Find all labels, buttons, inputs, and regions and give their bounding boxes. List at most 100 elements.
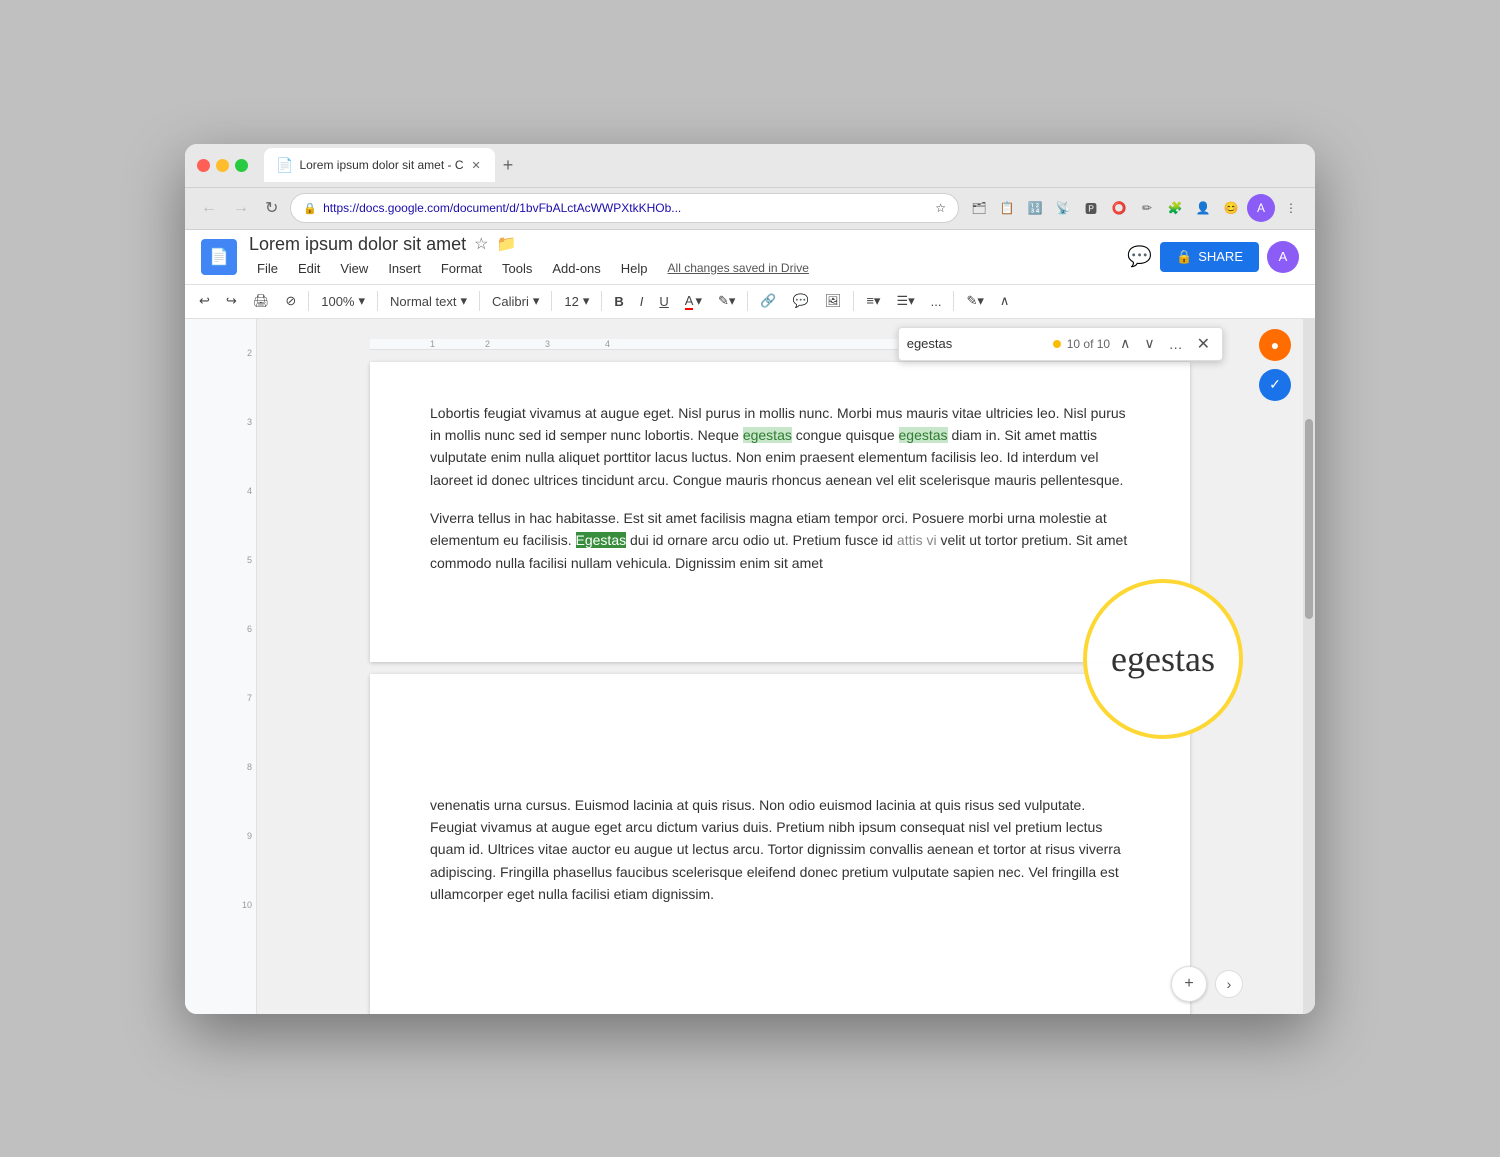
ext-cast[interactable]: 📡 [1051, 196, 1075, 220]
reload-button[interactable]: ↻ [261, 194, 282, 222]
menu-tools[interactable]: Tools [494, 257, 540, 280]
address-field[interactable]: 🔒 https://docs.google.com/document/d/1bv… [290, 193, 959, 223]
style-dropdown[interactable]: Normal text ▾ [384, 290, 473, 312]
divider-6 [747, 291, 748, 311]
image-button[interactable]: 🖼 [819, 289, 848, 313]
document-body: 2 3 4 5 6 7 8 9 10 1 2 3 4 Lobortis feug… [185, 319, 1315, 1014]
header-row: 📄 Lorem ipsum dolor sit amet ☆ 📁 File Ed… [185, 230, 1315, 284]
scrollbar-thumb[interactable] [1305, 419, 1313, 619]
find-close-button[interactable]: ✕ [1193, 332, 1214, 356]
ext-1[interactable]: 📋 [995, 196, 1019, 220]
ruler-mark-6: 6 [247, 625, 252, 634]
minimize-button[interactable] [216, 159, 229, 172]
italic-button[interactable]: I [634, 290, 650, 313]
more-button[interactable]: ... [925, 290, 948, 313]
find-prev-button[interactable]: ∧ [1116, 333, 1134, 354]
sidebar-blue-button[interactable]: ✓ [1259, 369, 1291, 401]
star-icon[interactable]: ☆ [474, 234, 488, 254]
bottom-toolbar: + › [1171, 966, 1243, 1002]
menu-help[interactable]: Help [613, 257, 656, 280]
find-bar: 10 of 10 ∧ ∨ … ✕ [898, 327, 1223, 361]
font-dropdown[interactable]: Calibri ▾ [486, 290, 545, 312]
sidebar-orange-button[interactable]: ● [1259, 329, 1291, 361]
page1-para1: Lobortis feugiat vivamus at augue eget. … [430, 402, 1130, 492]
ext-person[interactable]: 👤 [1191, 196, 1215, 220]
ext-puzzle[interactable]: 🧩 [1163, 196, 1187, 220]
document-page-2[interactable]: venenatis urna cursus. Euismod lacinia a… [370, 674, 1190, 1014]
paint-format-button[interactable]: ⊘ [279, 289, 302, 313]
collapse-button[interactable]: ∧ [994, 289, 1016, 313]
docs-header: 📄 Lorem ipsum dolor sit amet ☆ 📁 File Ed… [185, 230, 1315, 285]
ext-circle[interactable]: ⭕ [1107, 196, 1131, 220]
menu-format[interactable]: Format [433, 257, 490, 280]
ruler-mark-8: 8 [247, 763, 252, 772]
ext-3[interactable]: 🅿 [1079, 196, 1103, 220]
ruler-mark-10: 10 [242, 901, 252, 910]
find-more-button[interactable]: … [1165, 334, 1187, 354]
size-value: 12 [564, 294, 578, 309]
lock-icon: 🔒 [303, 202, 317, 215]
underline-button[interactable]: U [653, 290, 674, 313]
expand-button[interactable]: › [1215, 970, 1243, 998]
ruler-4: 4 [605, 339, 610, 349]
document-page-1[interactable]: Lobortis feugiat vivamus at augue eget. … [370, 362, 1190, 662]
active-tab[interactable]: 📄 Lorem ipsum dolor sit amet - C ✕ [264, 148, 495, 182]
close-button[interactable] [197, 159, 210, 172]
ruler-mark-3: 3 [247, 418, 252, 427]
highlight-button[interactable]: ✎▾ [712, 289, 741, 313]
new-tab-button[interactable]: + [499, 155, 518, 176]
share-label: SHARE [1198, 249, 1243, 264]
ext-2[interactable]: 🔢 [1023, 196, 1047, 220]
left-ruler: 2 3 4 5 6 7 8 9 10 [185, 319, 257, 1014]
document-title[interactable]: Lorem ipsum dolor sit amet [249, 234, 466, 255]
size-dropdown[interactable]: 12 ▾ [558, 290, 595, 312]
add-page-button[interactable]: + [1171, 966, 1207, 1002]
maximize-button[interactable] [235, 159, 248, 172]
highlight-egestas-active: Egestas [576, 532, 627, 548]
line-spacing-button[interactable]: ☰▾ [890, 289, 920, 313]
redo-button[interactable]: ↪ [220, 289, 243, 313]
find-input[interactable] [907, 336, 1047, 351]
menu-view[interactable]: View [332, 257, 376, 280]
bold-button[interactable]: B [608, 290, 629, 313]
ruler-1: 1 [430, 339, 435, 349]
link-button[interactable]: 🔗 [754, 289, 782, 313]
ext-pen[interactable]: ✏ [1135, 196, 1159, 220]
align-button[interactable]: ≡▾ [860, 289, 886, 313]
ruler-3: 3 [545, 339, 550, 349]
scrollbar[interactable] [1303, 319, 1315, 1014]
ext-pocket[interactable]: 🗂 [967, 196, 991, 220]
print-button[interactable]: 🖨 [247, 289, 276, 313]
divider-5 [601, 291, 602, 311]
zoom-dropdown[interactable]: 100% ▾ [315, 290, 371, 312]
forward-button[interactable]: → [229, 195, 253, 221]
divider-3 [479, 291, 480, 311]
undo-button[interactable]: ↩ [193, 289, 216, 313]
font-color-button[interactable]: A▾ [679, 289, 708, 314]
more-options-icon[interactable]: ⋮ [1279, 196, 1303, 220]
find-next-button[interactable]: ∨ [1140, 333, 1158, 354]
ext-face[interactable]: 😊 [1219, 196, 1243, 220]
share-button[interactable]: 🔒 SHARE [1160, 242, 1259, 272]
tab-close-button[interactable]: ✕ [470, 157, 483, 174]
tab-title: Lorem ipsum dolor sit amet - C [299, 158, 463, 172]
menu-file[interactable]: File [249, 257, 286, 280]
pages-area[interactable]: 1 2 3 4 Lobortis feugiat vivamus at augu… [257, 319, 1303, 1014]
user-avatar[interactable]: A [1267, 241, 1299, 273]
share-lock-icon: 🔒 [1176, 249, 1192, 265]
menu-insert[interactable]: Insert [380, 257, 429, 280]
back-button[interactable]: ← [197, 195, 221, 221]
menu-edit[interactable]: Edit [290, 257, 328, 280]
insert-comment-button[interactable]: 💬 [787, 289, 815, 313]
saved-status: All changes saved in Drive [668, 261, 809, 275]
menu-addons[interactable]: Add-ons [544, 257, 608, 280]
folder-icon[interactable]: 📁 [496, 234, 516, 254]
highlight-egestas-2: egestas [899, 427, 948, 443]
smart-canvas-button[interactable]: ✎▾ [960, 289, 989, 313]
comments-button[interactable]: 💬 [1127, 244, 1152, 269]
docs-tab-icon: 📄 [276, 157, 293, 174]
ruler-mark-5: 5 [247, 556, 252, 565]
bookmark-icon[interactable]: ☆ [935, 201, 946, 215]
profile-avatar[interactable]: A [1247, 194, 1275, 222]
zoom-chevron-icon: ▾ [358, 293, 365, 309]
